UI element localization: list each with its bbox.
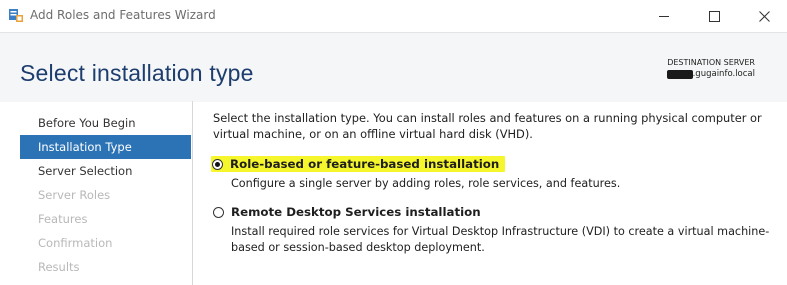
server-manager-icon [8,8,24,23]
intro-text: Select the installation type. You can in… [213,111,762,141]
close-button[interactable] [741,0,787,32]
redaction-mark [666,69,693,79]
role-based-label[interactable]: Role-based or feature-based installation [230,157,499,171]
wizard-header: Select installation type DESTINATION SER… [0,32,787,102]
option-role-based: Role-based or feature-based installation… [211,156,773,192]
title-bar: Add Roles and Features Wizard [0,0,787,32]
nav-item-before-you-begin[interactable]: Before You Begin [20,111,191,135]
highlight-mark: Role-based or feature-based installation [211,156,506,172]
role-based-radio[interactable] [212,158,223,170]
remote-desktop-description: Install required role services for Virtu… [231,225,770,254]
nav-item-installation-type[interactable]: Installation Type [20,135,191,159]
destination-server-name: .gugainfo.local [666,69,755,79]
nav-divider [192,101,193,285]
role-based-description: Configure a single server by adding role… [231,177,621,190]
nav-item-server-roles: Server Roles [38,188,111,202]
destination-server-domain: .gugainfo.local [692,69,755,79]
page-title: Select installation type [20,60,254,86]
nav-item-server-selection[interactable]: Server Selection [20,159,191,183]
option-remote-desktop: Remote Desktop Services installation Ins… [213,204,773,256]
maximize-button[interactable] [691,0,737,32]
window-title: Add Roles and Features Wizard [30,8,216,22]
minimize-button[interactable] [641,0,687,32]
destination-server-label: DESTINATION SERVER [667,58,755,67]
remote-desktop-radio[interactable] [213,206,224,218]
main-content: Select the installation type. You can in… [211,110,773,256]
wizard-steps-nav: Before You Begin Installation Type Serve… [20,111,191,279]
maximize-icon [708,7,720,26]
remote-desktop-label[interactable]: Remote Desktop Services installation [231,205,481,219]
minimize-icon [658,7,670,26]
nav-item-features: Features [38,212,88,226]
close-icon [758,7,770,26]
nav-item-results: Results [38,260,80,274]
nav-item-confirmation: Confirmation [38,236,113,250]
